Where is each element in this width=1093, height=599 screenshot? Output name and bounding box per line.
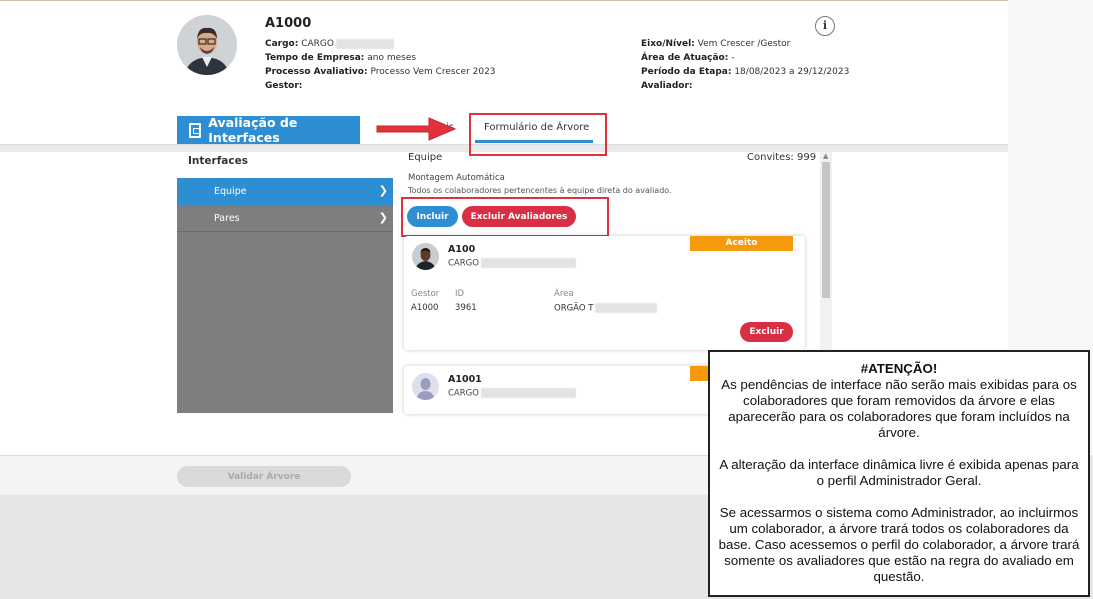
section-title: Avaliação de Interfaces bbox=[208, 115, 298, 145]
auto-mount-description: Todos os colaboradores pertencentes à eq… bbox=[408, 186, 672, 195]
scroll-up-icon[interactable]: ▲ bbox=[823, 152, 828, 160]
value-area: ORGÃO T bbox=[554, 303, 658, 314]
section-title-tab: Avaliação de Interfaces bbox=[177, 115, 360, 145]
info-processo: Processo Avaliativo: Processo Vem Cresce… bbox=[265, 67, 496, 77]
chevron-right-icon: ❯ bbox=[378, 184, 388, 197]
value-id: 3961 bbox=[455, 303, 477, 313]
chevron-right-icon: ❯ bbox=[378, 211, 388, 224]
label-gestor: Gestor bbox=[411, 289, 440, 299]
auto-mount-title: Montagem Automática bbox=[408, 173, 505, 183]
note-paragraph-2: A alteração da interface dinâmica livre … bbox=[719, 457, 1079, 488]
user-name: A1000 bbox=[265, 16, 312, 31]
redacted-text bbox=[335, 38, 394, 49]
value-gestor: A1000 bbox=[411, 303, 439, 313]
user-info-left: Cargo: CARGO Tempo de Empresa: ano meses… bbox=[265, 37, 496, 93]
evaluator-avatar bbox=[412, 243, 439, 270]
default-avatar-icon bbox=[412, 373, 439, 400]
invites-count: Convites: 999 bbox=[747, 152, 817, 163]
scrollbar-thumb[interactable] bbox=[822, 162, 830, 298]
page: A1000 Cargo: CARGO Tempo de Empresa: ano… bbox=[0, 0, 1093, 599]
sidebar-item-label: Equipe bbox=[214, 186, 247, 197]
highlight-box-buttons bbox=[401, 197, 609, 237]
exclude-button[interactable]: Excluir bbox=[740, 322, 793, 342]
sidebar: Equipe ❯ Pares ❯ bbox=[177, 178, 393, 413]
info-icon[interactable]: i bbox=[815, 16, 835, 36]
evaluator-name: A1001 bbox=[448, 374, 482, 385]
redacted-text bbox=[595, 303, 658, 313]
info-gestor: Gestor: bbox=[265, 81, 303, 91]
info-periodo: Período da Etapa: 18/08/2023 a 29/12/202… bbox=[641, 67, 850, 77]
evaluator-name: A100 bbox=[448, 244, 476, 255]
label-area: Área bbox=[554, 289, 574, 299]
red-arrow-icon bbox=[376, 117, 457, 141]
sidebar-item-label: Pares bbox=[214, 212, 240, 224]
validate-tree-button[interactable]: Validar Árvore bbox=[177, 466, 351, 487]
label-id: ID bbox=[455, 289, 465, 299]
user-avatar bbox=[177, 15, 237, 75]
status-badge: Aceito bbox=[690, 236, 793, 251]
evaluator-role: CARGO bbox=[448, 258, 576, 269]
user-info-right: Eixo/Nível: Vem Crescer /Gestor Área de … bbox=[641, 37, 849, 93]
redacted-text bbox=[480, 258, 576, 268]
info-tempo: Tempo de Empresa: ano meses bbox=[265, 53, 417, 63]
sidebar-item-pares[interactable]: Pares ❯ bbox=[177, 205, 393, 232]
info-eixo: Eixo/Nível: Vem Crescer /Gestor bbox=[641, 39, 791, 49]
info-avaliador: Avaliador: bbox=[641, 81, 693, 91]
panel-title: Equipe bbox=[408, 152, 443, 163]
document-icon bbox=[189, 122, 202, 138]
sidebar-title: Interfaces bbox=[188, 155, 248, 167]
highlight-box-tab bbox=[469, 113, 607, 156]
note-paragraph-3: Se acessarmos o sistema como Administrad… bbox=[718, 505, 1080, 584]
note-paragraph-1: As pendências de interface não serão mai… bbox=[721, 377, 1077, 440]
sidebar-item-equipe[interactable]: Equipe ❯ bbox=[177, 178, 393, 205]
evaluator-card: Aceito A100 CARGO Gestor ID Área A1000 3… bbox=[404, 236, 805, 350]
note-title: #ATENÇÃO! bbox=[860, 361, 938, 376]
info-area: Área de Atuação: - bbox=[641, 53, 735, 63]
attention-note: #ATENÇÃO! As pendências de interface não… bbox=[708, 350, 1090, 597]
redacted-text bbox=[480, 388, 576, 398]
evaluator-role: CARGO bbox=[448, 388, 576, 399]
info-cargo: Cargo: CARGO bbox=[265, 37, 496, 51]
